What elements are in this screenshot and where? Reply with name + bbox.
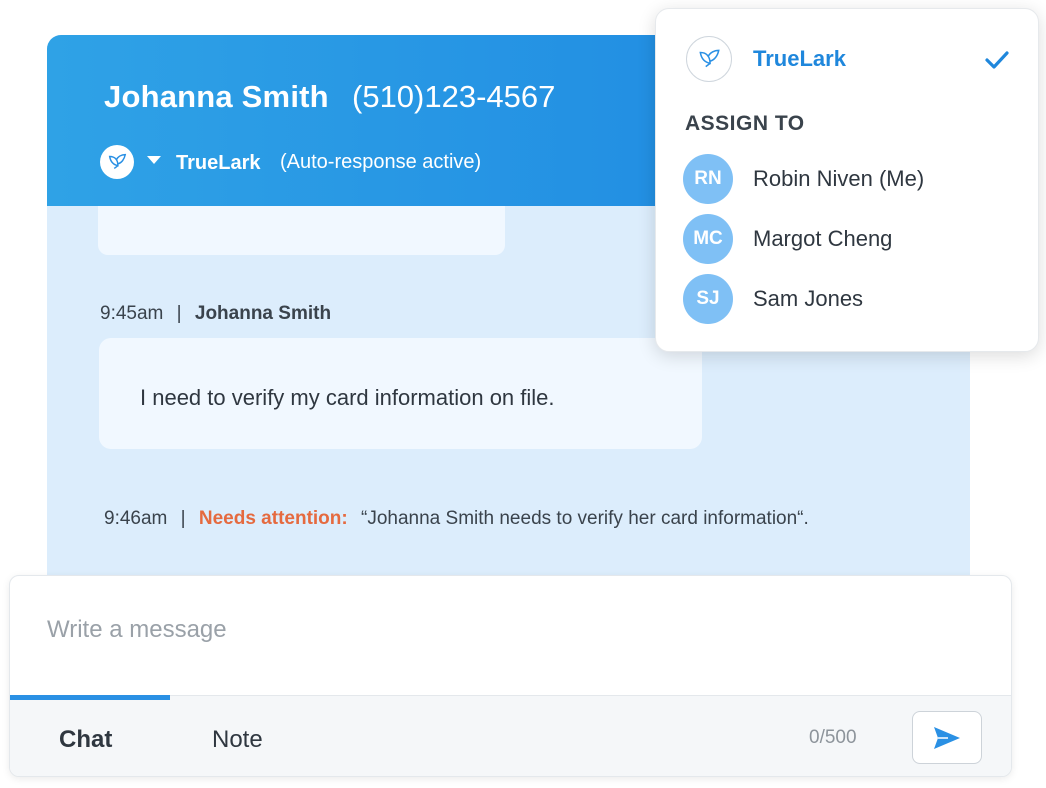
meta-separator: | [176, 303, 182, 324]
message-composer: Chat Note 0/500 [9, 575, 1012, 777]
meta-separator: | [180, 508, 186, 529]
user-name: Sam Jones [753, 286, 864, 311]
message-sender: Johanna Smith [194, 303, 332, 324]
agent-name[interactable]: TrueLark [176, 152, 260, 175]
truelark-logo-icon[interactable] [100, 145, 134, 179]
agent-dropdown-caret-icon[interactable] [147, 156, 161, 164]
composer-toolbar [10, 695, 1011, 776]
assign-dropdown: TrueLark ASSIGN TO RN Robin Niven (Me) M… [655, 8, 1039, 352]
tab-note[interactable]: Note [212, 726, 263, 754]
assign-to-heading: ASSIGN TO [685, 112, 805, 135]
dropdown-agent-option[interactable]: TrueLark [753, 46, 846, 72]
assign-user-margot[interactable]: MC Margot Cheng [683, 213, 1013, 265]
avatar: RN [683, 154, 733, 204]
character-count: 0/500 [809, 727, 857, 748]
avatar: MC [683, 214, 733, 264]
send-button[interactable] [912, 711, 982, 764]
contact-name: Johanna Smith [104, 79, 329, 114]
message-time: 9:45am [100, 303, 164, 324]
needs-attention-label: Needs attention: [198, 508, 348, 529]
alert-time: 9:46am [104, 508, 168, 529]
assign-user-sam[interactable]: SJ Sam Jones [683, 273, 1013, 325]
truelark-logo-icon [686, 36, 732, 82]
message-meta: 9:45am | Johanna Smith [100, 303, 331, 325]
tab-chat[interactable]: Chat [59, 726, 112, 754]
message-bubble: I need to verify my card information on … [99, 338, 702, 449]
alert-meta: 9:46am | Needs attention: “Johanna Smith… [104, 508, 809, 530]
active-tab-indicator [10, 695, 170, 700]
checkmark-icon [985, 51, 1009, 69]
message-text: I need to verify my card information on … [140, 385, 555, 410]
contact-phone: (510)123-4567 [352, 79, 556, 114]
user-name: Robin Niven (Me) [753, 166, 925, 191]
previous-message-bubble [98, 206, 505, 255]
alert-text: “Johanna Smith needs to verify her card … [361, 508, 809, 529]
user-name: Margot Cheng [753, 226, 893, 251]
send-icon [934, 726, 960, 749]
assign-user-robin[interactable]: RN Robin Niven (Me) [683, 153, 1013, 205]
agent-status: (Auto-response active) [280, 151, 482, 173]
avatar: SJ [683, 274, 733, 324]
message-input[interactable] [47, 613, 947, 647]
